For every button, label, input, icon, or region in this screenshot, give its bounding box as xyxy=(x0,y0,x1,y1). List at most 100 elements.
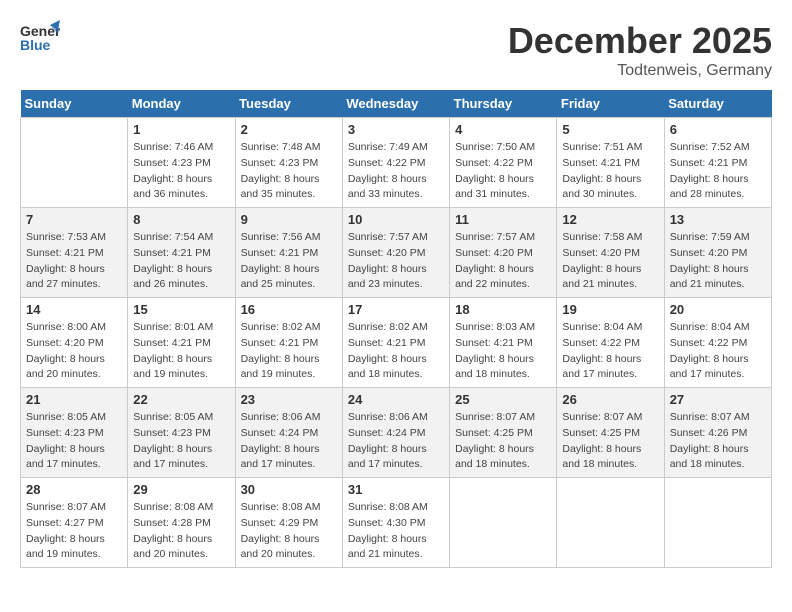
day-info: Sunrise: 8:06 AMSunset: 4:24 PMDaylight:… xyxy=(241,410,337,473)
day-number: 23 xyxy=(241,392,337,407)
column-header-wednesday: Wednesday xyxy=(342,90,449,118)
day-info: Sunrise: 8:02 AMSunset: 4:21 PMDaylight:… xyxy=(241,320,337,383)
day-number: 14 xyxy=(26,302,122,317)
day-number: 7 xyxy=(26,212,122,227)
column-header-thursday: Thursday xyxy=(450,90,557,118)
day-cell: 14 Sunrise: 8:00 AMSunset: 4:20 PMDayligh… xyxy=(21,298,128,388)
day-cell: 11 Sunrise: 7:57 AMSunset: 4:20 PMDayligh… xyxy=(450,208,557,298)
column-header-tuesday: Tuesday xyxy=(235,90,342,118)
day-cell xyxy=(450,478,557,568)
month-title: December 2025 xyxy=(508,20,772,62)
day-info: Sunrise: 7:59 AMSunset: 4:20 PMDaylight:… xyxy=(670,230,766,293)
day-number: 25 xyxy=(455,392,551,407)
day-number: 12 xyxy=(562,212,658,227)
day-number: 26 xyxy=(562,392,658,407)
day-number: 6 xyxy=(670,122,766,137)
day-cell: 28Sunrise: 8:07 AMSunset: 4:27 PMDayligh… xyxy=(21,478,128,568)
day-cell: 27 Sunrise: 8:07 AMSunset: 4:26 PMDayligh… xyxy=(664,388,771,478)
day-number: 19 xyxy=(562,302,658,317)
day-number: 27 xyxy=(670,392,766,407)
day-info: Sunrise: 7:57 AMSunset: 4:20 PMDaylight:… xyxy=(348,230,444,293)
day-number: 20 xyxy=(670,302,766,317)
day-cell: 1Sunrise: 7:46 AMSunset: 4:23 PMDaylight… xyxy=(128,118,235,208)
day-cell: 6 Sunrise: 7:52 AMSunset: 4:21 PMDaylight… xyxy=(664,118,771,208)
day-cell: 30Sunrise: 8:08 AMSunset: 4:29 PMDayligh… xyxy=(235,478,342,568)
day-info: Sunrise: 8:07 AMSunset: 4:25 PMDaylight:… xyxy=(455,410,551,473)
day-cell: 3 Sunrise: 7:49 AMSunset: 4:22 PMDaylight… xyxy=(342,118,449,208)
day-info: Sunrise: 7:54 AMSunset: 4:21 PMDaylight:… xyxy=(133,230,229,293)
week-row-4: 21 Sunrise: 8:05 AMSunset: 4:23 PMDayligh… xyxy=(21,388,772,478)
day-number: 28 xyxy=(26,482,122,497)
day-cell xyxy=(664,478,771,568)
week-row-2: 7 Sunrise: 7:53 AMSunset: 4:21 PMDaylight… xyxy=(21,208,772,298)
day-info: Sunrise: 8:04 AMSunset: 4:22 PMDaylight:… xyxy=(562,320,658,383)
day-number: 24 xyxy=(348,392,444,407)
day-number: 31 xyxy=(348,482,444,497)
title-block: December 2025 Todtenweis, Germany xyxy=(508,20,772,80)
week-row-5: 28Sunrise: 8:07 AMSunset: 4:27 PMDayligh… xyxy=(21,478,772,568)
day-cell: 9Sunrise: 7:56 AMSunset: 4:21 PMDaylight… xyxy=(235,208,342,298)
page-header: General Blue December 2025 Todtenweis, G… xyxy=(20,20,772,80)
day-cell: 4Sunrise: 7:50 AMSunset: 4:22 PMDaylight… xyxy=(450,118,557,208)
day-cell: 5 Sunrise: 7:51 AMSunset: 4:21 PMDaylight… xyxy=(557,118,664,208)
day-info: Sunrise: 8:07 AMSunset: 4:26 PMDaylight:… xyxy=(670,410,766,473)
day-number: 22 xyxy=(133,392,229,407)
day-info: Sunrise: 7:53 AMSunset: 4:21 PMDaylight:… xyxy=(26,230,122,293)
day-info: Sunrise: 7:58 AMSunset: 4:20 PMDaylight:… xyxy=(562,230,658,293)
day-info: Sunrise: 8:02 AMSunset: 4:21 PMDaylight:… xyxy=(348,320,444,383)
day-cell: 19 Sunrise: 8:04 AMSunset: 4:22 PMDayligh… xyxy=(557,298,664,388)
day-cell: 12 Sunrise: 7:58 AMSunset: 4:20 PMDayligh… xyxy=(557,208,664,298)
day-info: Sunrise: 7:56 AMSunset: 4:21 PMDaylight:… xyxy=(241,230,337,293)
day-info: Sunrise: 8:07 AMSunset: 4:25 PMDaylight:… xyxy=(562,410,658,473)
svg-text:Blue: Blue xyxy=(20,37,51,53)
day-number: 8 xyxy=(133,212,229,227)
day-cell: 7 Sunrise: 7:53 AMSunset: 4:21 PMDaylight… xyxy=(21,208,128,298)
day-cell: 10 Sunrise: 7:57 AMSunset: 4:20 PMDayligh… xyxy=(342,208,449,298)
day-cell: 24 Sunrise: 8:06 AMSunset: 4:24 PMDayligh… xyxy=(342,388,449,478)
day-cell: 23 Sunrise: 8:06 AMSunset: 4:24 PMDayligh… xyxy=(235,388,342,478)
day-cell: 22 Sunrise: 8:05 AMSunset: 4:23 PMDayligh… xyxy=(128,388,235,478)
day-info: Sunrise: 8:04 AMSunset: 4:22 PMDaylight:… xyxy=(670,320,766,383)
day-number: 4 xyxy=(455,122,551,137)
day-number: 1 xyxy=(133,122,229,137)
day-info: Sunrise: 8:00 AMSunset: 4:20 PMDaylight:… xyxy=(26,320,122,383)
day-info: Sunrise: 8:05 AMSunset: 4:23 PMDaylight:… xyxy=(26,410,122,473)
day-cell: 2 Sunrise: 7:48 AMSunset: 4:23 PMDaylight… xyxy=(235,118,342,208)
column-header-sunday: Sunday xyxy=(21,90,128,118)
day-number: 21 xyxy=(26,392,122,407)
logo-icon: General Blue xyxy=(20,20,60,60)
day-cell: 15 Sunrise: 8:01 AMSunset: 4:21 PMDayligh… xyxy=(128,298,235,388)
day-number: 15 xyxy=(133,302,229,317)
column-header-monday: Monday xyxy=(128,90,235,118)
day-number: 2 xyxy=(241,122,337,137)
day-info: Sunrise: 7:49 AMSunset: 4:22 PMDaylight:… xyxy=(348,140,444,203)
day-info: Sunrise: 7:52 AMSunset: 4:21 PMDaylight:… xyxy=(670,140,766,203)
day-info: Sunrise: 7:57 AMSunset: 4:20 PMDaylight:… xyxy=(455,230,551,293)
day-info: Sunrise: 7:48 AMSunset: 4:23 PMDaylight:… xyxy=(241,140,337,203)
day-cell: 20 Sunrise: 8:04 AMSunset: 4:22 PMDayligh… xyxy=(664,298,771,388)
day-info: Sunrise: 8:01 AMSunset: 4:21 PMDaylight:… xyxy=(133,320,229,383)
day-info: Sunrise: 8:05 AMSunset: 4:23 PMDaylight:… xyxy=(133,410,229,473)
logo: General Blue xyxy=(20,20,60,60)
day-cell: 17 Sunrise: 8:02 AMSunset: 4:21 PMDayligh… xyxy=(342,298,449,388)
day-number: 13 xyxy=(670,212,766,227)
day-cell: 29Sunrise: 8:08 AMSunset: 4:28 PMDayligh… xyxy=(128,478,235,568)
day-cell: 8 Sunrise: 7:54 AMSunset: 4:21 PMDaylight… xyxy=(128,208,235,298)
day-info: Sunrise: 7:51 AMSunset: 4:21 PMDaylight:… xyxy=(562,140,658,203)
day-info: Sunrise: 8:06 AMSunset: 4:24 PMDaylight:… xyxy=(348,410,444,473)
day-cell: 18 Sunrise: 8:03 AMSunset: 4:21 PMDayligh… xyxy=(450,298,557,388)
day-number: 3 xyxy=(348,122,444,137)
day-number: 16 xyxy=(241,302,337,317)
day-number: 11 xyxy=(455,212,551,227)
day-number: 10 xyxy=(348,212,444,227)
day-number: 5 xyxy=(562,122,658,137)
day-number: 17 xyxy=(348,302,444,317)
day-info: Sunrise: 8:03 AMSunset: 4:21 PMDaylight:… xyxy=(455,320,551,383)
week-row-1: 1Sunrise: 7:46 AMSunset: 4:23 PMDaylight… xyxy=(21,118,772,208)
day-number: 18 xyxy=(455,302,551,317)
day-cell: 25 Sunrise: 8:07 AMSunset: 4:25 PMDayligh… xyxy=(450,388,557,478)
day-header-row: SundayMondayTuesdayWednesdayThursdayFrid… xyxy=(21,90,772,118)
day-cell xyxy=(21,118,128,208)
day-cell xyxy=(557,478,664,568)
day-cell: 21 Sunrise: 8:05 AMSunset: 4:23 PMDayligh… xyxy=(21,388,128,478)
